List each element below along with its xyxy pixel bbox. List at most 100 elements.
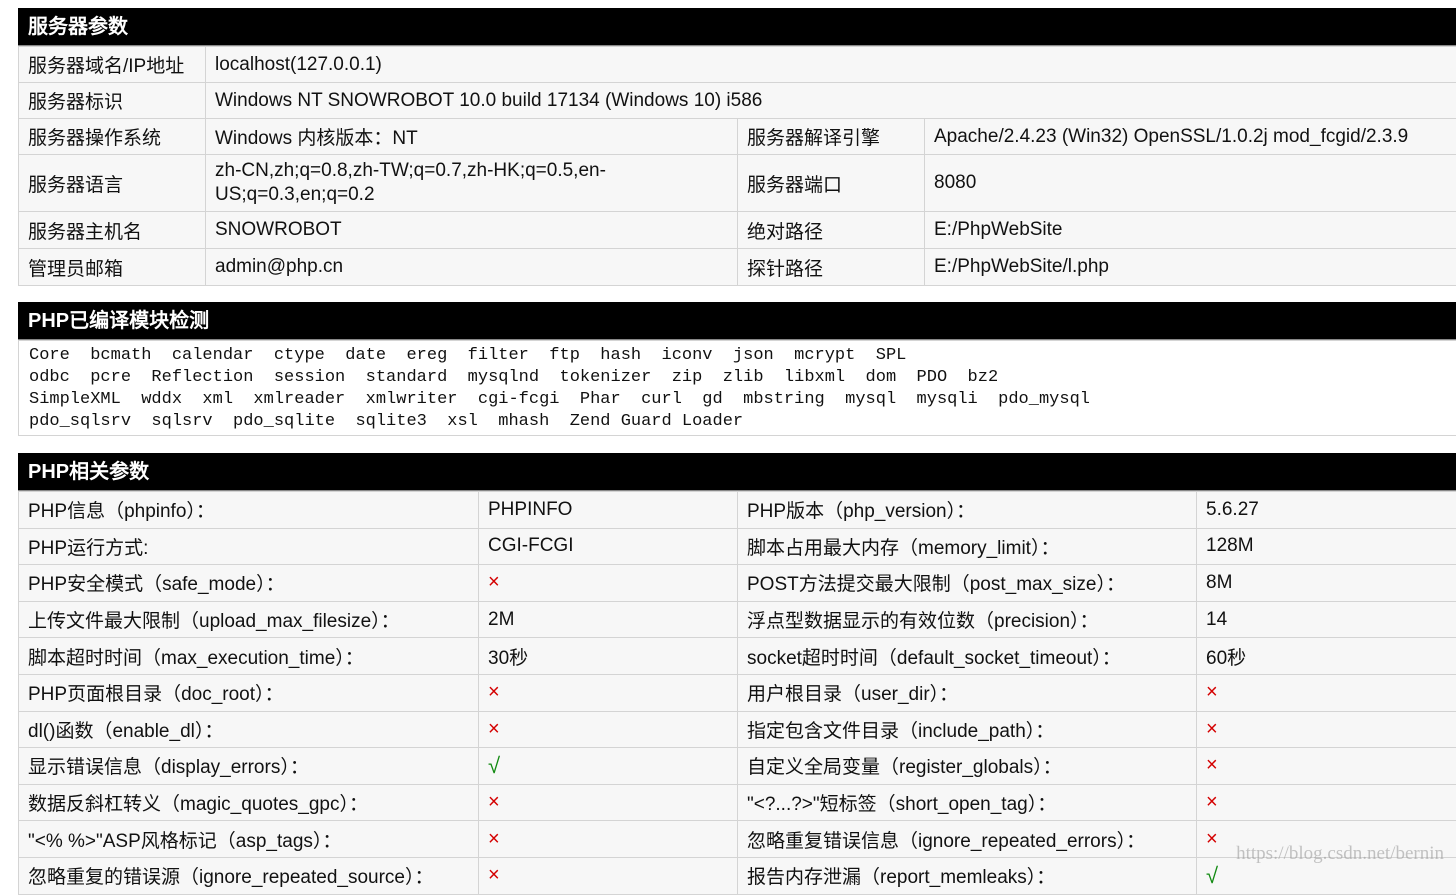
table-row: 管理员邮箱 admin@php.cn 探针路径 E:/PhpWebSite/l.…	[19, 249, 1456, 286]
row-value: 14	[1197, 601, 1456, 638]
row-label: socket超时时间（default_socket_timeout）：	[738, 638, 1197, 675]
cross-icon: ×	[488, 681, 500, 703]
label-text: 脚本超时时间（max_execution_time）：	[28, 648, 364, 669]
table-row: 显示错误信息（display_errors）：√ 自定义全局变量（register…	[19, 748, 1456, 785]
row-label: "<?...?>"短标签（short_open_tag）：	[738, 784, 1197, 821]
label-text: 数据反斜杠转义（magic_quotes_gpc）：	[28, 794, 368, 815]
value-text: CGI-FCGI	[488, 535, 574, 556]
label-text: 指定包含文件目录（include_path）：	[747, 721, 1054, 742]
row-label: 上传文件最大限制（upload_max_filesize）：	[19, 601, 479, 638]
row-label: 服务器语言	[19, 155, 206, 212]
label-text: PHP运行方式:	[28, 538, 148, 559]
label-text: 用户根目录（user_dir）：	[747, 684, 958, 705]
table-row: PHP运行方式: CGI-FCGI 脚本占用最大内存（memory_limit）： 1…	[19, 528, 1456, 565]
row-label: 用户根目录（user_dir）：	[738, 674, 1197, 711]
label-text: POST方法提交最大限制（post_max_size）：	[747, 574, 1125, 595]
value-text: 5.6.27	[1206, 499, 1259, 520]
row-value: 5.6.27	[1197, 492, 1456, 529]
row-label: 自定义全局变量（register_globals）：	[738, 748, 1197, 785]
row-label: 服务器主机名	[19, 212, 206, 249]
row-label: 服务器端口	[738, 155, 925, 212]
label-text: 忽略重复的错误源（ignore_repeated_source）：	[28, 867, 434, 888]
table-row: 服务器语言 zh-CN,zh;q=0.8,zh-TW;q=0.7,zh-HK;q…	[19, 155, 1456, 212]
table-row: 服务器操作系统 Windows 内核版本：NT 服务器解译引擎 Apache/2…	[19, 119, 1456, 155]
value-text: 2M	[488, 609, 514, 630]
row-value: ×	[479, 821, 738, 858]
row-label: 报告内存泄漏（report_memleaks）：	[738, 857, 1197, 894]
row-value: 8080	[925, 155, 1456, 212]
row-label: 脚本占用最大内存（memory_limit）：	[738, 528, 1197, 565]
row-label: PHP页面根目录（doc_root）：	[19, 674, 479, 711]
row-value: ×	[479, 857, 738, 894]
label-text: "<% %>"ASP风格标记（asp_tags）：	[28, 831, 341, 852]
row-value: localhost(127.0.0.1)	[206, 47, 1456, 83]
value-text: PHPINFO	[488, 499, 572, 520]
row-value: 128M	[1197, 528, 1456, 565]
row-value: E:/PhpWebSite	[925, 212, 1456, 249]
row-value: CGI-FCGI	[479, 528, 738, 565]
row-label: 服务器标识	[19, 83, 206, 119]
table-row: 服务器标识 Windows NT SNOWROBOT 10.0 build 17…	[19, 83, 1456, 119]
cross-icon: ×	[1206, 718, 1218, 740]
cross-icon: ×	[488, 791, 500, 813]
row-label: 探针路径	[738, 249, 925, 286]
cross-icon: ×	[488, 828, 500, 850]
row-label: 显示错误信息（display_errors）：	[19, 748, 479, 785]
table-row: 数据反斜杠转义（magic_quotes_gpc）： × "<?...?>"短标签（…	[19, 784, 1456, 821]
row-value: Windows NT SNOWROBOT 10.0 build 17134 (W…	[206, 83, 1456, 119]
row-label: 服务器解译引擎	[738, 119, 925, 155]
modules-line: pdo_sqlsrv sqlsrv pdo_sqlite sqlite3 xsl…	[29, 411, 1447, 433]
row-label: 服务器操作系统	[19, 119, 206, 155]
row-label: 脚本超时时间（max_execution_time）：	[19, 638, 479, 675]
row-label: 指定包含文件目录（include_path）：	[738, 711, 1197, 748]
label-text: 脚本占用最大内存（memory_limit）：	[747, 538, 1059, 559]
cross-icon: ×	[1206, 791, 1218, 813]
label-text: PHP页面根目录（doc_root）：	[28, 684, 284, 705]
server-section-header: 服务器参数	[18, 8, 1456, 46]
modules-list: Core bcmath calendar ctype date ereg fil…	[18, 340, 1456, 436]
label-text: 自定义全局变量（register_globals）：	[747, 757, 1062, 778]
row-value: ×	[1197, 674, 1456, 711]
value-text: 30秒	[488, 648, 528, 669]
row-value: SNOWROBOT	[206, 212, 738, 249]
table-row: PHP安全模式（safe_mode）： × POST方法提交最大限制（post_ma…	[19, 565, 1456, 602]
label-text: PHP安全模式（safe_mode）：	[28, 574, 285, 595]
row-label: 浮点型数据显示的有效位数（precision）：	[738, 601, 1197, 638]
cross-icon: ×	[1206, 754, 1218, 776]
row-label: 数据反斜杠转义（magic_quotes_gpc）：	[19, 784, 479, 821]
label-text: 忽略重复错误信息（ignore_repeated_errors）：	[747, 831, 1145, 852]
row-value: admin@php.cn	[206, 249, 738, 286]
label-text: 浮点型数据显示的有效位数（precision）：	[747, 611, 1099, 632]
cross-icon: ×	[1206, 681, 1218, 703]
row-value: Windows 内核版本：NT	[206, 119, 738, 155]
row-label: 绝对路径	[738, 212, 925, 249]
row-value: ×	[1197, 748, 1456, 785]
row-label: dl()函数（enable_dl）：	[19, 711, 479, 748]
label-text: 报告内存泄漏（report_memleaks）：	[747, 867, 1055, 888]
php-section-header: PHP相关参数	[18, 453, 1456, 491]
check-icon: √	[1206, 863, 1218, 888]
modules-line: Core bcmath calendar ctype date ereg fil…	[29, 345, 1447, 367]
cross-icon: ×	[1206, 828, 1218, 850]
watermark: https://blog.csdn.net/bernin	[1236, 843, 1444, 865]
label-text: 上传文件最大限制（upload_max_filesize）：	[28, 611, 400, 632]
label-text: PHP版本（php_version）：	[747, 501, 975, 522]
table-row: dl()函数（enable_dl）： × 指定包含文件目录（include_path…	[19, 711, 1456, 748]
value-text: 8M	[1206, 572, 1232, 593]
row-value: zh-CN,zh;q=0.8,zh-TW;q=0.7,zh-HK;q=0.5,e…	[206, 155, 738, 212]
table-row: 服务器域名/IP地址 localhost(127.0.0.1)	[19, 47, 1456, 83]
row-value: PHPINFO	[479, 492, 738, 529]
row-value: ×	[1197, 784, 1456, 821]
label-text: socket超时时间（default_socket_timeout）：	[747, 648, 1121, 669]
row-label: 忽略重复错误信息（ignore_repeated_errors）：	[738, 821, 1197, 858]
table-row: 上传文件最大限制（upload_max_filesize）： 2M 浮点型数据显示的…	[19, 601, 1456, 638]
modules-line: SimpleXML wddx xml xmlreader xmlwriter c…	[29, 389, 1447, 411]
row-value: ×	[479, 565, 738, 602]
row-label: 忽略重复的错误源（ignore_repeated_source）：	[19, 857, 479, 894]
row-value: ×	[479, 784, 738, 821]
row-label: POST方法提交最大限制（post_max_size）：	[738, 565, 1197, 602]
row-value: Apache/2.4.23 (Win32) OpenSSL/1.0.2j mod…	[925, 119, 1456, 155]
row-value: √	[479, 748, 738, 785]
server-params-table: 服务器域名/IP地址 localhost(127.0.0.1) 服务器标识 Wi…	[18, 46, 1456, 286]
cross-icon: ×	[488, 571, 500, 593]
